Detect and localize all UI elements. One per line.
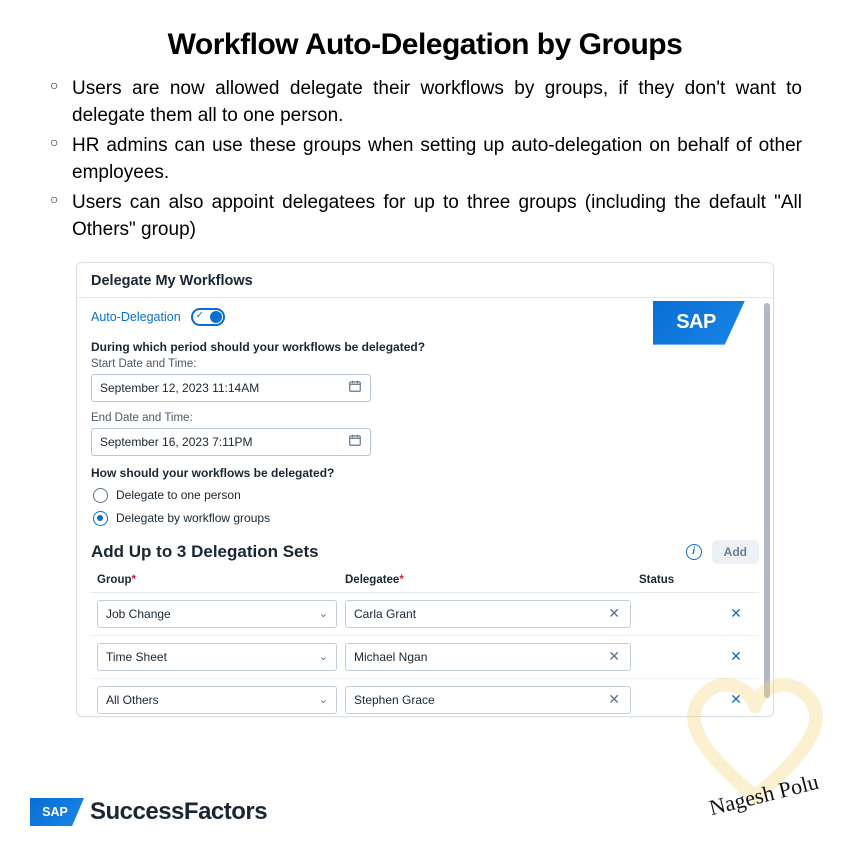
bullet-item: Users are now allowed delegate their wor… bbox=[48, 76, 802, 129]
clear-icon[interactable]: ✕ bbox=[606, 605, 622, 622]
group-select[interactable]: All Others ⌄ bbox=[97, 686, 337, 714]
radio-label: Delegate by workflow groups bbox=[116, 511, 270, 525]
calendar-icon[interactable] bbox=[348, 433, 362, 450]
add-button[interactable]: Add bbox=[712, 540, 759, 564]
calendar-icon[interactable] bbox=[348, 379, 362, 396]
group-select[interactable]: Time Sheet ⌄ bbox=[97, 643, 337, 671]
delegatee-input[interactable]: Carla Grant ✕ bbox=[345, 600, 631, 628]
check-icon: ✓ bbox=[196, 310, 204, 321]
chevron-down-icon: ⌄ bbox=[319, 693, 328, 706]
start-date-input[interactable]: September 12, 2023 11:14AM bbox=[91, 374, 371, 402]
radio-label: Delegate to one person bbox=[116, 488, 241, 502]
end-date-input[interactable]: September 16, 2023 7:11PM bbox=[91, 428, 371, 456]
end-date-label: End Date and Time: bbox=[91, 412, 759, 424]
start-date-label: Start Date and Time: bbox=[91, 358, 759, 370]
auto-delegation-label: Auto-Delegation bbox=[91, 310, 181, 324]
delegate-panel: Delegate My Workflows SAP Auto-Delegatio… bbox=[76, 262, 774, 717]
divider bbox=[77, 297, 773, 298]
clear-icon[interactable]: ✕ bbox=[606, 648, 622, 665]
chevron-down-icon: ⌄ bbox=[319, 607, 328, 620]
info-icon[interactable]: i bbox=[686, 544, 702, 560]
auto-delegation-toggle[interactable]: ✓ bbox=[191, 308, 225, 326]
table-row: All Others ⌄ Stephen Grace ✕ ✕ bbox=[91, 679, 759, 717]
successfactors-logo: SAP SuccessFactors bbox=[30, 798, 267, 826]
start-date-value: September 12, 2023 11:14AM bbox=[100, 381, 259, 395]
radio-one-person[interactable]: Delegate to one person bbox=[93, 488, 759, 503]
col-delegatee: Delegatee bbox=[345, 574, 631, 586]
author-signature: Nagesh Polu bbox=[707, 769, 822, 821]
bullet-item: Users can also appoint delegatees for up… bbox=[48, 190, 802, 243]
chevron-down-icon: ⌄ bbox=[319, 650, 328, 663]
how-question: How should your workflows be delegated? bbox=[91, 466, 759, 480]
col-group: Group bbox=[97, 574, 337, 586]
delegation-sets-header: Add Up to 3 Delegation Sets bbox=[91, 542, 319, 562]
table-header: Group Delegatee Status bbox=[91, 574, 759, 593]
radio-icon bbox=[93, 488, 108, 503]
group-select[interactable]: Job Change ⌄ bbox=[97, 600, 337, 628]
clear-icon[interactable]: ✕ bbox=[606, 691, 622, 708]
table-row: Job Change ⌄ Carla Grant ✕ ✕ bbox=[91, 593, 759, 636]
panel-header: Delegate My Workflows bbox=[91, 273, 759, 289]
scrollbar[interactable] bbox=[764, 303, 770, 698]
delegatee-input[interactable]: Michael Ngan ✕ bbox=[345, 643, 631, 671]
radio-icon bbox=[93, 511, 108, 526]
page-title: Workflow Auto-Delegation by Groups bbox=[40, 28, 810, 62]
remove-row-icon[interactable]: ✕ bbox=[719, 605, 753, 622]
col-status: Status bbox=[639, 574, 711, 586]
table-row: Time Sheet ⌄ Michael Ngan ✕ ✕ bbox=[91, 636, 759, 679]
bullet-item: HR admins can use these groups when sett… bbox=[48, 133, 802, 186]
delegatee-input[interactable]: Stephen Grace ✕ bbox=[345, 686, 631, 714]
remove-row-icon[interactable]: ✕ bbox=[719, 648, 753, 665]
sap-logo: SAP bbox=[653, 301, 745, 349]
remove-row-icon[interactable]: ✕ bbox=[719, 691, 753, 708]
end-date-value: September 16, 2023 7:11PM bbox=[100, 435, 253, 449]
radio-by-groups[interactable]: Delegate by workflow groups bbox=[93, 511, 759, 526]
feature-bullets: Users are now allowed delegate their wor… bbox=[40, 76, 810, 244]
